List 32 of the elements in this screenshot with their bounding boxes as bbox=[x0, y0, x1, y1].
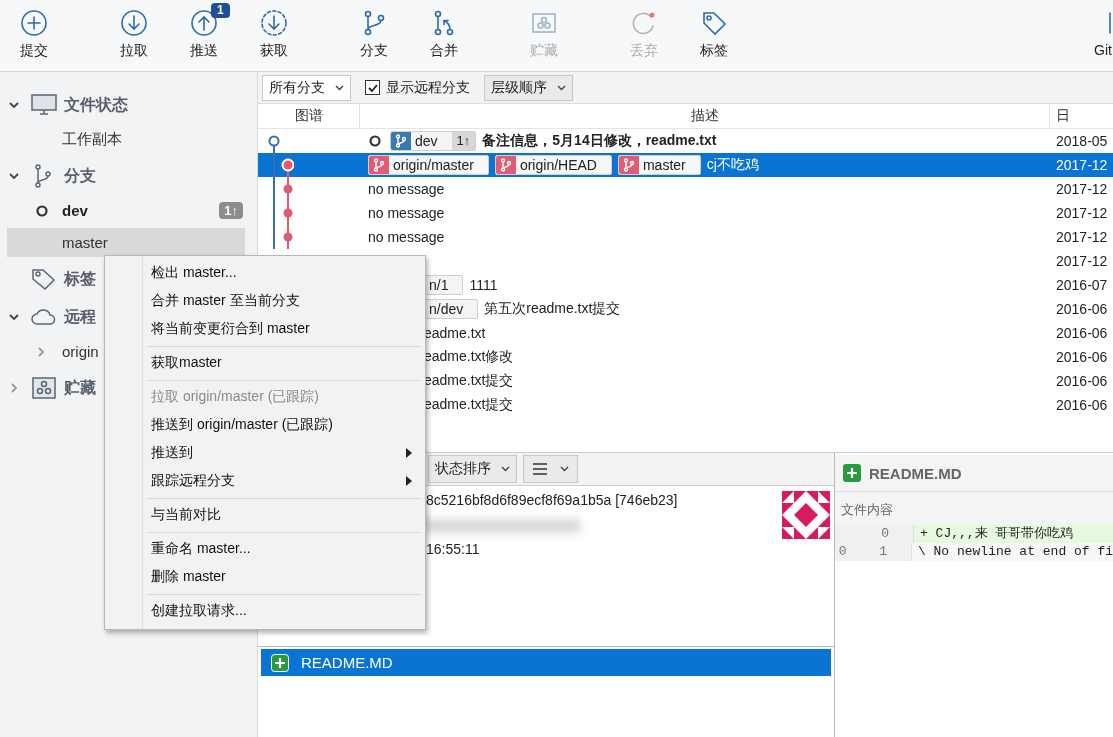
line-number: 1 bbox=[846, 543, 911, 561]
commit-message: 备注信息，5月14日修改，readme.txt bbox=[482, 132, 717, 150]
commit-date: 2016-06 bbox=[1055, 349, 1109, 365]
count-badge: 1 bbox=[211, 3, 230, 18]
section-label: 文件内容 bbox=[835, 492, 1113, 525]
commit-date: 2016-06 bbox=[1055, 373, 1109, 389]
line-number: 0 bbox=[847, 525, 913, 543]
commit-message: eadme.txt提交 bbox=[424, 396, 514, 414]
commit-hash: 8c5216bf8d6f89ecf8f69a1b5a [746eb23] bbox=[426, 491, 679, 510]
commit-message: cj不吃鸡 bbox=[706, 156, 759, 174]
commit-message: no message bbox=[368, 181, 445, 197]
commit-message: 1111 bbox=[469, 277, 498, 293]
commit-message: eadme.txt bbox=[424, 325, 486, 341]
diff-file-header: README.MD bbox=[835, 455, 1113, 492]
ahead-count-badge: 1↑ bbox=[219, 202, 243, 219]
commit-date: 2018-05 bbox=[1055, 133, 1109, 149]
commit-date: 2017-12 bbox=[1055, 229, 1109, 245]
commit-message: no message bbox=[368, 229, 445, 245]
line-number: 0 bbox=[835, 543, 847, 561]
commit-date: 2017-12 bbox=[1055, 181, 1109, 197]
commit-date: 2016-07 bbox=[1055, 277, 1109, 293]
commit-date: 2017-12 bbox=[1055, 157, 1109, 173]
commit-message: no message bbox=[368, 205, 445, 221]
commit-date: 2016-06 bbox=[1055, 325, 1109, 341]
commit-date: 2017-12 bbox=[1055, 253, 1109, 269]
commit-date: 2016-06 bbox=[1055, 301, 1109, 317]
commit-message: eadme.txt修改 bbox=[424, 348, 514, 366]
commit-message: 第五次readme.txt提交 bbox=[484, 300, 621, 318]
commit-date: 2017-12 bbox=[1055, 205, 1109, 221]
commit-date: 2016-06 bbox=[1055, 397, 1109, 413]
commit-message: eadme.txt提交 bbox=[424, 372, 514, 390]
commit-time: 16:55:11 bbox=[426, 540, 481, 559]
